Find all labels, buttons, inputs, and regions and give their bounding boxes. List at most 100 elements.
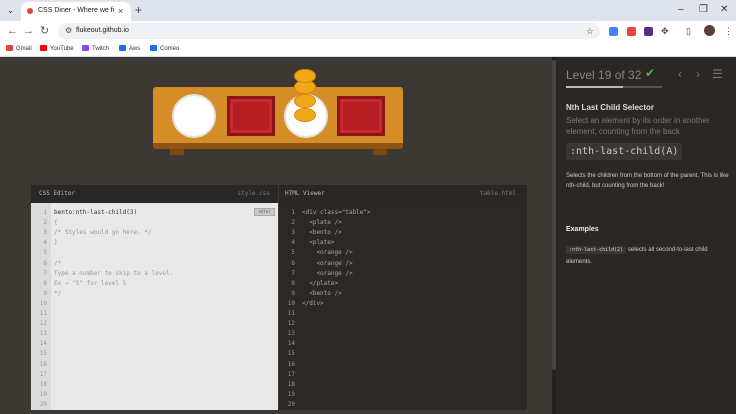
- tab-search-button[interactable]: ⌄: [4, 4, 17, 17]
- forward-button[interactable]: →: [23, 24, 34, 38]
- extensions-puzzle-icon[interactable]: ✥: [661, 25, 669, 37]
- url-text[interactable]: flukeout.github.io: [76, 26, 129, 36]
- html-line-numbers: 1 2 3 4 5 6 7 8 9 10 11 12 13 14 15 16 17 18 19 20: [279, 203, 299, 410]
- tab-favicon-icon: [27, 8, 33, 14]
- line-number: 8: [291, 279, 295, 287]
- previous-level-button[interactable]: ‹: [678, 67, 682, 81]
- code-line: Type a number to skip to a level.: [54, 269, 174, 277]
- code-line: }: [54, 239, 58, 247]
- line-number: 14: [39, 340, 47, 348]
- line-number: 13: [287, 330, 295, 338]
- line-number: 18: [39, 380, 47, 388]
- selector-name: Nth Last Child Selector: [566, 103, 655, 112]
- code-line: <bento />: [302, 229, 342, 237]
- bookmark-comeo[interactable]: Comeo: [150, 44, 179, 54]
- site-info-icon[interactable]: ⚙: [65, 25, 72, 37]
- line-number: 3: [43, 229, 47, 237]
- browser-tab[interactable]: CSS Diner - Where we feast on ×: [21, 2, 131, 21]
- menu-dots-icon[interactable]: ⋮: [724, 25, 733, 37]
- enter-button[interactable]: enter: [254, 208, 275, 216]
- restore-button[interactable]: ❐: [699, 3, 708, 17]
- orange[interactable]: [294, 69, 316, 83]
- extension-icon[interactable]: [627, 27, 636, 36]
- line-number: 3: [291, 229, 295, 237]
- bookmark-gmail[interactable]: Gmail: [6, 44, 32, 54]
- line-number: 7: [43, 269, 47, 277]
- selector-summary: Select an element by its order in anothe…: [566, 116, 710, 136]
- orange[interactable]: [294, 94, 316, 108]
- bento[interactable]: [227, 96, 275, 136]
- level-title: Level 19 of 32: [566, 68, 642, 82]
- next-level-button[interactable]: ›: [696, 67, 700, 81]
- level-progress-bar: [566, 86, 662, 88]
- profile-avatar[interactable]: [704, 25, 715, 36]
- css-selector-input[interactable]: bento:nth-last-child(3): [54, 209, 137, 217]
- code-line: <orange />: [302, 259, 353, 267]
- reload-button[interactable]: ↻: [40, 24, 49, 38]
- minimize-button[interactable]: –: [678, 3, 684, 17]
- code-line: <plate />: [302, 219, 342, 227]
- new-tab-button[interactable]: +: [135, 3, 142, 17]
- css-editor-title: CSS Editor: [39, 190, 76, 197]
- css-editor-header: CSS Editor style.css: [31, 185, 278, 203]
- line-number: 1: [43, 209, 47, 216]
- side-panel-icon[interactable]: ▯: [686, 25, 691, 37]
- examples-heading: Examples: [566, 226, 599, 233]
- line-number: 17: [39, 370, 47, 378]
- line-number: 15: [39, 350, 47, 358]
- plate[interactable]: [172, 94, 216, 138]
- code-line: Ex → "5" for level 5: [54, 279, 127, 287]
- table-leg: [170, 149, 184, 155]
- line-number: 10: [287, 299, 295, 307]
- bento[interactable]: [337, 96, 385, 136]
- line-number: 16: [287, 360, 295, 368]
- code-line: <orange />: [302, 249, 353, 257]
- bookmark-aws[interactable]: Aws: [119, 44, 140, 54]
- bookmark-youtube[interactable]: YouTube: [40, 44, 74, 54]
- line-number: 2: [43, 219, 47, 227]
- line-number: 1: [291, 209, 295, 216]
- comeo-icon: [150, 45, 157, 51]
- twitch-icon: [82, 45, 89, 51]
- line-number: 14: [287, 340, 295, 348]
- extension-icon[interactable]: [644, 27, 653, 36]
- table-leg: [373, 149, 387, 155]
- browser-toolbar: ← → ↻ ⚙ flukeout.github.io ☆ ✥ ▯ ⋮: [0, 21, 736, 41]
- bookmark-twitch[interactable]: Twitch: [82, 44, 109, 54]
- line-number: 6: [291, 259, 295, 267]
- code-line: <plate>: [302, 239, 335, 247]
- line-number: 5: [291, 249, 295, 257]
- code-line: /*: [54, 259, 62, 267]
- line-number: 5: [43, 249, 47, 257]
- html-viewer-header: HTML Viewer table.html: [279, 185, 527, 203]
- selector-syntax: :nth-last-child(A): [566, 143, 683, 160]
- translate-extension-icon[interactable]: [609, 27, 618, 36]
- close-window-button[interactable]: ✕: [720, 3, 728, 17]
- youtube-icon: [40, 45, 47, 51]
- line-number: 2: [291, 219, 295, 227]
- html-viewer-title: HTML Viewer: [285, 190, 325, 197]
- bookmark-star-icon[interactable]: ☆: [586, 25, 594, 37]
- back-button[interactable]: ←: [7, 24, 18, 38]
- scrollbar-thumb[interactable]: [552, 60, 556, 370]
- line-number: 12: [39, 320, 47, 328]
- html-viewer: 1 2 3 4 5 6 7 8 9 10 11 12 13 14 15 16 17 18 19 20 <div cla…: [279, 203, 527, 410]
- code-line: <div class="table">: [302, 209, 371, 216]
- line-number: 15: [287, 350, 295, 358]
- line-number: 8: [43, 279, 47, 287]
- level-progress-fill: [566, 86, 623, 88]
- code-line: <orange />: [302, 269, 353, 277]
- code-line: </div>: [302, 299, 324, 307]
- orange[interactable]: [294, 108, 316, 122]
- line-number: 20: [39, 400, 47, 408]
- line-number: 9: [291, 289, 295, 297]
- line-number: 19: [39, 390, 47, 398]
- css-editor: 1 2 3 4 5 6 7 8 9 10 11 12 13 14 15 16 17 18 19 20 bento:nt…: [31, 203, 278, 410]
- tab-title: CSS Diner - Where we feast on: [38, 7, 114, 14]
- address-bar[interactable]: ⚙ flukeout.github.io ☆: [58, 23, 600, 39]
- line-number: 17: [287, 370, 295, 378]
- tab-close-icon[interactable]: ×: [118, 5, 123, 17]
- level-menu-button[interactable]: ☰: [712, 67, 723, 81]
- line-number: 18: [287, 380, 295, 388]
- aws-icon: [119, 45, 126, 51]
